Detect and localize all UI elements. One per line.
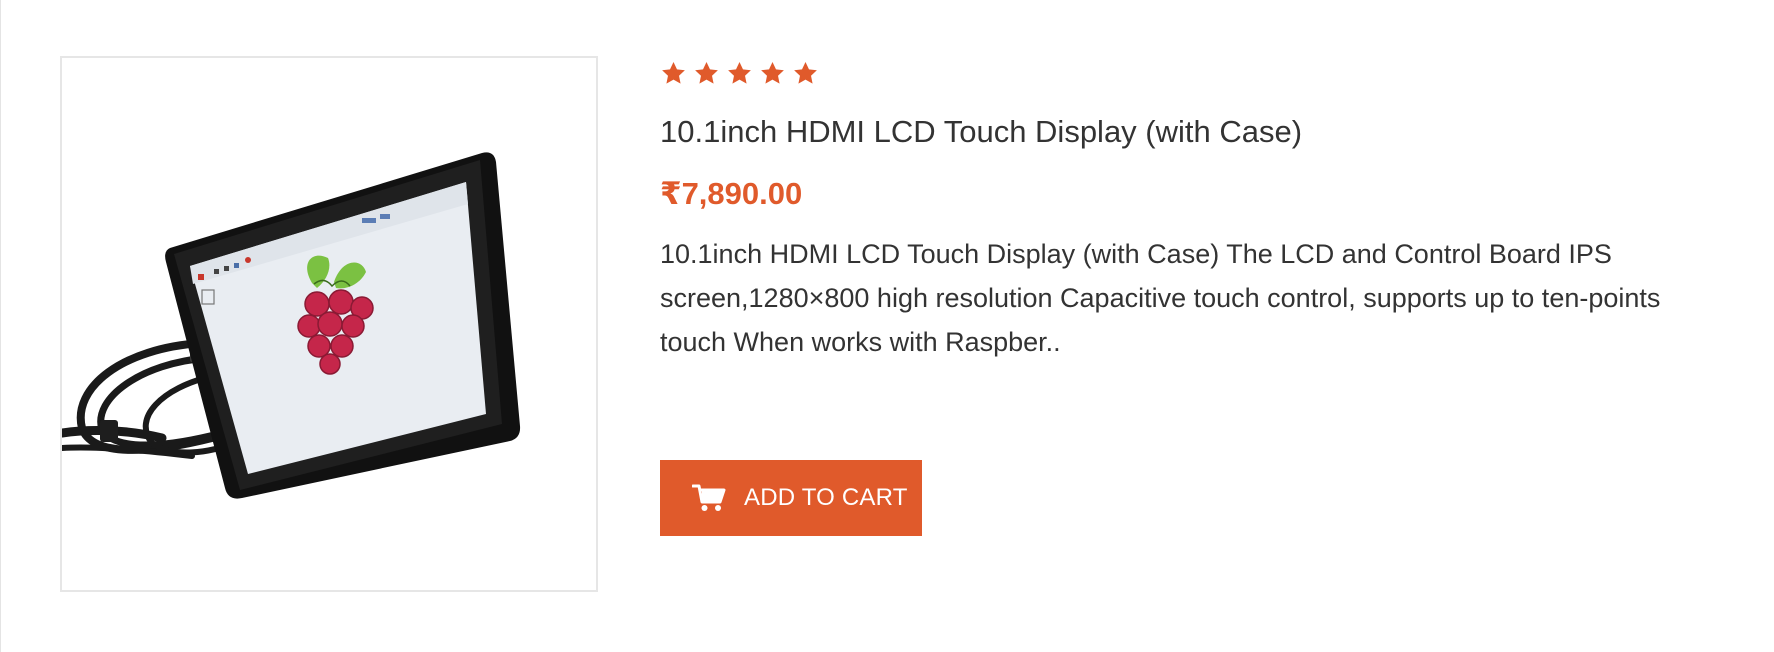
star-icon <box>794 61 817 84</box>
page-divider <box>0 0 1 652</box>
product-title[interactable]: 10.1inch HDMI LCD Touch Display (with Ca… <box>660 112 1700 152</box>
star-icon <box>662 61 685 84</box>
star-icon <box>761 61 784 84</box>
product-card: 10.1inch HDMI LCD Touch Display (with Ca… <box>0 0 1774 652</box>
add-to-cart-label: ADD TO CART <box>744 484 908 511</box>
product-info: 10.1inch HDMI LCD Touch Display (with Ca… <box>660 56 1700 364</box>
star-icon <box>695 61 718 84</box>
star-icon <box>728 61 751 84</box>
shopping-cart-icon <box>692 484 726 511</box>
product-photo <box>62 58 596 590</box>
product-description: 10.1inch HDMI LCD Touch Display (with Ca… <box>660 239 1661 357</box>
add-to-cart-button[interactable]: ADD TO CART <box>660 460 922 536</box>
product-price: ₹7,890.00 <box>660 176 803 211</box>
product-image[interactable] <box>60 56 598 592</box>
rating-stars <box>660 56 1700 90</box>
